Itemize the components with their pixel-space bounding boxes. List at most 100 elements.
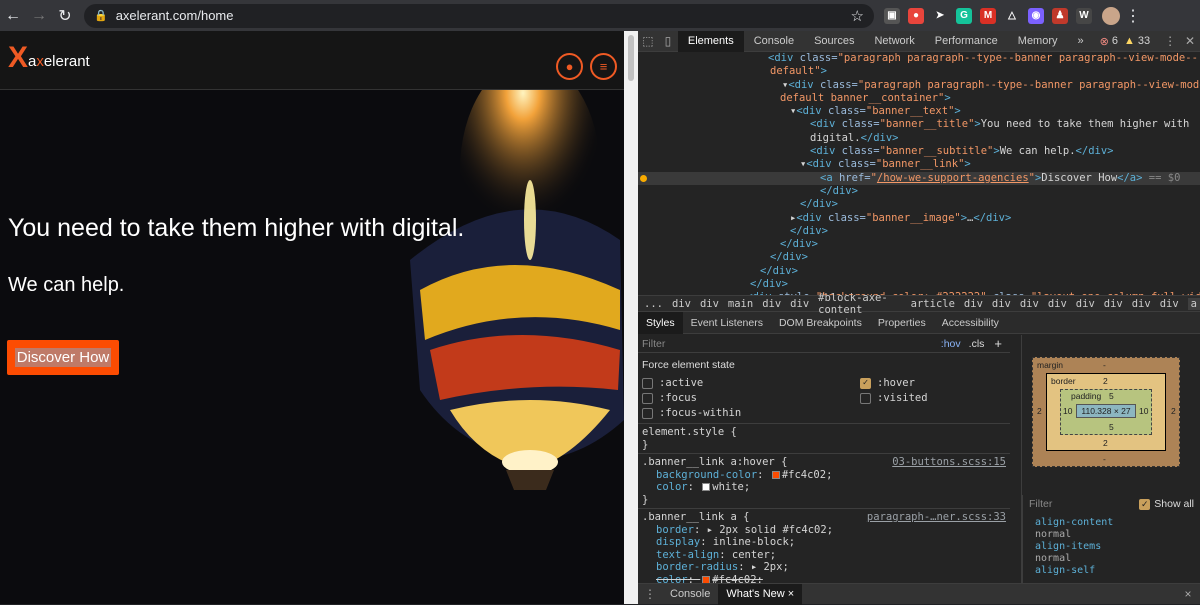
breadcrumb-item[interactable]: div	[672, 298, 691, 310]
box-model-border[interactable]: border 2 2 padding 5 10 10 5 110.328 × 2…	[1046, 373, 1166, 451]
ext-colors-icon[interactable]: ◉	[1028, 7, 1044, 24]
devtools-tab-network[interactable]: Network	[864, 31, 924, 52]
device-toolbar-icon[interactable]: ▯	[658, 31, 678, 52]
dom-tree[interactable]: <div class="paragraph paragraph--type--b…	[638, 52, 1200, 295]
hov-toggle[interactable]: :hov	[941, 338, 961, 350]
browser-menu-icon[interactable]: ⋮	[1120, 3, 1146, 29]
rule-source-link[interactable]: 03-buttons.scss:15	[892, 456, 1006, 469]
breadcrumb-item[interactable]: div	[762, 298, 781, 310]
subtab-styles[interactable]: Styles	[638, 311, 683, 334]
warning-badge[interactable]: ▲ 33	[1124, 35, 1150, 47]
css-property[interactable]: color: white;	[642, 481, 1006, 494]
logo-mark[interactable]: X	[8, 43, 28, 73]
rule-selector[interactable]: paragraph-…ner.scss:33 .banner__link a {	[642, 511, 1006, 524]
ext-triangle-icon[interactable]: △	[1004, 7, 1020, 24]
element-style-selector[interactable]: element.style {	[642, 426, 1006, 439]
discover-how-button[interactable]: Discover How	[7, 340, 119, 375]
dom-node[interactable]: </div>	[638, 225, 1200, 238]
page-scrollbar-thumb[interactable]	[628, 35, 634, 81]
css-property[interactable]: background-color: #fc4c02;	[642, 469, 1006, 482]
computed-name[interactable]: align-self	[1023, 565, 1200, 577]
rule-source-link[interactable]: paragraph-…ner.scss:33	[867, 511, 1006, 524]
devtools-menu-icon[interactable]: ⋮	[1160, 31, 1180, 52]
menu-button[interactable]: ≡	[590, 53, 617, 80]
dom-node[interactable]: <div class="paragraph paragraph--type--b…	[638, 52, 1200, 65]
force-state-active[interactable]: :active	[642, 377, 860, 389]
ext-wordpress-icon[interactable]: W	[1076, 7, 1092, 24]
css-property[interactable]: display: inline-block;	[642, 536, 1006, 549]
checkbox[interactable]	[642, 407, 653, 419]
checkbox[interactable]	[642, 392, 653, 404]
breadcrumb-item[interactable]: div	[964, 298, 983, 310]
checkbox[interactable]	[860, 392, 871, 404]
dom-node[interactable]: </div>	[638, 265, 1200, 278]
profile-avatar[interactable]	[1102, 6, 1120, 25]
subtab-event-listeners[interactable]: Event Listeners	[683, 312, 771, 334]
devtools-tab-console[interactable]: Console	[744, 31, 804, 52]
breadcrumb-item[interactable]: ...	[644, 298, 663, 310]
checkbox[interactable]: ✓	[860, 377, 871, 389]
force-state-visited[interactable]: :visited	[860, 392, 980, 404]
dom-node-selected[interactable]: <a href="/how-we-support-agencies">Disco…	[638, 171, 1200, 185]
devtools-tab-elements[interactable]: Elements	[677, 30, 744, 52]
drawer-tab-whatsnew[interactable]: What's New ×	[718, 583, 803, 605]
bookmark-star-icon[interactable]: ☆	[851, 7, 864, 25]
dom-node[interactable]: </div>	[638, 198, 1200, 211]
breadcrumb-item[interactable]: article	[911, 298, 955, 310]
dom-node[interactable]: </div>	[638, 278, 1200, 291]
css-property[interactable]: color: #fc4c02;	[642, 574, 1006, 583]
breadcrumb-item[interactable]: div	[1020, 298, 1039, 310]
rule-selector[interactable]: 03-buttons.scss:15 .banner__link a:hover …	[642, 456, 1006, 469]
force-state-focus-within[interactable]: :focus-within	[642, 407, 860, 419]
box-model-content[interactable]: 110.328 × 27	[1076, 404, 1136, 418]
drawer-menu-icon[interactable]: ⋮	[638, 584, 662, 605]
css-property[interactable]: border-radius: ▸ 2px;	[642, 561, 1006, 574]
logo-wordmark[interactable]: axelerant	[28, 53, 90, 70]
ext-user-icon[interactable]: ♟	[1052, 7, 1068, 24]
breadcrumb-item[interactable]: a	[1187, 297, 1200, 310]
dom-node[interactable]: ▸<div class="banner__image">…</div>	[638, 212, 1200, 225]
subtab-dom-breakpoints[interactable]: DOM Breakpoints	[771, 312, 870, 334]
devtools-tab-performance[interactable]: Performance	[925, 31, 1008, 52]
breadcrumb-item[interactable]: div	[700, 298, 719, 310]
devtools-tab-memory[interactable]: Memory	[1008, 31, 1068, 52]
dom-node[interactable]: </div>	[638, 238, 1200, 251]
devtools-tab-sources[interactable]: Sources	[804, 31, 864, 52]
force-state-focus[interactable]: :focus	[642, 392, 860, 404]
breadcrumb-item[interactable]: div	[1132, 298, 1151, 310]
color-swatch[interactable]	[702, 575, 711, 583]
subtab-properties[interactable]: Properties	[870, 312, 934, 334]
computed-name[interactable]: align-content	[1023, 517, 1200, 529]
forward-icon[interactable]: →	[26, 3, 52, 29]
drawer-tab-close-icon[interactable]: ×	[785, 588, 794, 600]
ext-pdf-icon[interactable]: ▣	[884, 7, 900, 24]
dom-node[interactable]: ▾<div class="banner__link">	[638, 158, 1200, 171]
dom-node[interactable]: default banner__container">	[638, 92, 1200, 105]
color-swatch[interactable]	[702, 483, 711, 491]
dom-node[interactable]: ▾<div class="paragraph paragraph--type--…	[638, 79, 1200, 92]
chat-button[interactable]: ●	[556, 53, 583, 80]
box-model-margin[interactable]: margin - 2 2 - border 2 2 padding 5 10 1…	[1032, 357, 1180, 467]
breadcrumb-item[interactable]: div	[1104, 298, 1123, 310]
ext-chrome-icon[interactable]: ●	[908, 7, 924, 24]
css-property[interactable]: border: ▸ 2px solid #fc4c02;	[642, 524, 1006, 537]
box-model-padding[interactable]: padding 5 10 10 5 110.328 × 27	[1060, 389, 1152, 435]
inspect-element-icon[interactable]: ⬚	[638, 31, 658, 52]
color-swatch[interactable]	[771, 470, 780, 479]
back-icon[interactable]: ←	[0, 3, 26, 29]
cls-toggle[interactable]: .cls	[969, 338, 985, 350]
force-state-hover[interactable]: ✓:hover	[860, 377, 980, 389]
dom-node[interactable]: ▸<div style="background-color: #222222" …	[638, 291, 1200, 295]
page-scrollbar[interactable]	[624, 31, 638, 604]
ext-gmail-icon[interactable]: M	[980, 7, 996, 24]
show-all-checkbox[interactable]: ✓	[1139, 498, 1151, 510]
ext-grammarly-icon[interactable]: G	[956, 7, 972, 24]
breadcrumb-item[interactable]: main	[728, 298, 753, 310]
checkbox[interactable]	[642, 377, 653, 389]
styles-filter-input[interactable]: Filter	[642, 338, 941, 350]
error-badge[interactable]: ⊗ 6	[1100, 35, 1118, 48]
dom-node[interactable]: </div>	[638, 185, 1200, 198]
new-rule-button[interactable]: +	[994, 336, 1002, 351]
subtab-accessibility[interactable]: Accessibility	[934, 312, 1007, 334]
computed-filter-input[interactable]: Filter	[1029, 498, 1139, 510]
